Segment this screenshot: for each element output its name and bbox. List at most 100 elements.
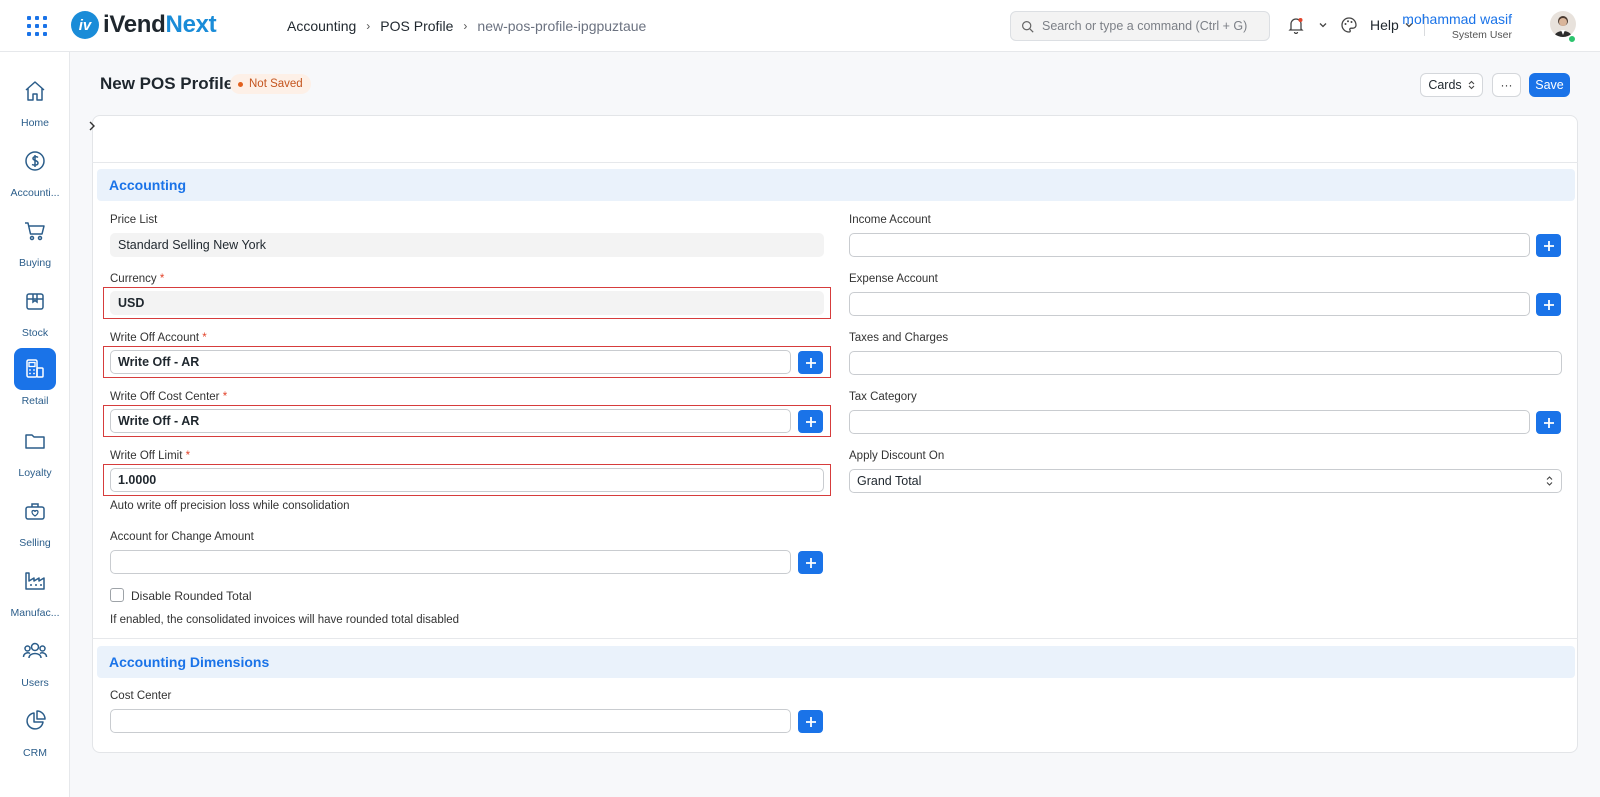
sidebar-item-label: Buying	[18, 257, 52, 269]
sidebar-item-label: Manufac...	[10, 607, 60, 619]
plus-icon	[805, 716, 816, 727]
status-dot	[238, 81, 243, 87]
sidebar-item-buying[interactable]: Buying	[0, 210, 70, 280]
sidebar-item-label: Accounti...	[10, 187, 60, 199]
search-input[interactable]	[1042, 19, 1262, 33]
tax-category-field[interactable]	[849, 410, 1530, 434]
price-list-field[interactable]: Standard Selling New York	[110, 233, 824, 257]
add-change-account-button[interactable]	[798, 551, 823, 574]
sidebar-item-stock[interactable]: Stock	[0, 280, 70, 350]
plus-icon	[805, 557, 816, 568]
income-account-label: Income Account	[849, 214, 931, 226]
plus-icon	[1543, 299, 1554, 310]
sidebar-item-label: Loyalty	[18, 467, 52, 479]
avatar[interactable]	[1550, 11, 1576, 37]
apply-discount-on-label: Apply Discount On	[849, 450, 945, 462]
view-label: Cards	[1428, 78, 1462, 92]
chevron-right-icon[interactable]	[87, 119, 97, 133]
save-button[interactable]: Save	[1529, 73, 1570, 97]
sidebar-item-loyalty[interactable]: Loyalty	[0, 420, 70, 490]
write-off-cost-center-field[interactable]: Write Off - AR	[110, 409, 791, 433]
plus-icon	[1543, 240, 1554, 251]
brand-name: iVendNext	[103, 11, 217, 38]
plus-icon	[805, 357, 816, 368]
cart-icon	[14, 210, 56, 252]
change-account-label: Account for Change Amount	[110, 531, 254, 543]
users-icon	[14, 630, 56, 672]
palette-icon[interactable]	[1340, 16, 1358, 34]
sidebar-item-label: Selling	[19, 537, 51, 549]
box-icon	[14, 280, 56, 322]
write-off-account-field[interactable]: Write Off - AR	[110, 350, 791, 374]
online-status-dot	[1568, 35, 1576, 43]
view-switcher-button[interactable]: Cards	[1420, 73, 1483, 97]
write-off-cost-center-label: Write Off Cost Center *	[110, 391, 228, 403]
cost-center-field[interactable]	[110, 709, 791, 733]
top-navbar: iv iVendNext Accounting › POS Profile › …	[0, 0, 1600, 52]
expense-account-field[interactable]	[849, 292, 1530, 316]
disable-rounded-total-checkbox[interactable]	[110, 588, 124, 602]
app-logo[interactable]: iv iVendNext	[71, 11, 217, 39]
add-expense-account-button[interactable]	[1536, 293, 1561, 316]
search-icon	[1022, 20, 1034, 33]
breadcrumb: Accounting › POS Profile › new-pos-profi…	[287, 18, 646, 34]
sidebar-item-manufacturing[interactable]: Manufac...	[0, 560, 70, 630]
add-income-account-button[interactable]	[1536, 234, 1561, 257]
status-badge: Not Saved	[230, 74, 311, 94]
sidebar-item-home[interactable]: Home	[0, 70, 70, 140]
disable-rounded-total-label: Disable Rounded Total	[131, 589, 252, 603]
plus-icon	[1543, 417, 1554, 428]
help-label: Help	[1370, 17, 1399, 33]
chevron-right-icon: ›	[463, 19, 468, 33]
sidebar-item-crm[interactable]: CRM	[0, 700, 70, 770]
change-account-field[interactable]	[110, 550, 791, 574]
apply-discount-on-value: Grand Total	[857, 474, 922, 488]
breadcrumb-current: new-pos-profile-ipgpuztaue	[477, 18, 647, 34]
breadcrumb-accounting[interactable]: Accounting	[287, 18, 356, 34]
income-account-field[interactable]	[849, 233, 1530, 257]
pos-icon	[14, 348, 56, 390]
chevron-down-icon[interactable]	[1318, 20, 1328, 30]
write-off-limit-description: Auto write off precision loss while cons…	[110, 500, 350, 512]
divider	[92, 638, 1578, 639]
price-list-label: Price List	[110, 214, 158, 226]
section-accounting-dimensions[interactable]: Accounting Dimensions	[97, 646, 1575, 678]
sidebar-item-retail[interactable]: Retail	[0, 348, 70, 418]
write-off-limit-field[interactable]: 1.0000	[110, 468, 824, 492]
factory-icon	[14, 560, 56, 602]
sidebar-item-selling[interactable]: Selling	[0, 490, 70, 560]
cost-center-label: Cost Center	[110, 690, 172, 702]
sidebar: Home Accounti... Buying Stock Retail Loy…	[0, 52, 70, 797]
user-name: mohammad wasif	[1402, 11, 1512, 27]
sidebar-item-label: Retail	[21, 395, 49, 407]
add-cost-center-button[interactable]	[798, 710, 823, 733]
sidebar-item-accounting[interactable]: Accounti...	[0, 140, 70, 210]
sidebar-item-label: Home	[20, 117, 49, 129]
user-role: System User	[1451, 29, 1512, 41]
sidebar-item-users[interactable]: Users	[0, 630, 70, 700]
more-actions-button[interactable]: ···	[1492, 73, 1521, 97]
section-accounting[interactable]: Accounting	[97, 169, 1575, 201]
bell-icon[interactable]	[1288, 16, 1304, 34]
add-tax-category-button[interactable]	[1536, 411, 1561, 434]
taxes-and-charges-field[interactable]	[849, 351, 1562, 375]
section-title: Accounting	[109, 177, 186, 193]
add-write-off-cost-center-button[interactable]	[798, 410, 823, 433]
apps-grid-icon[interactable]	[27, 16, 47, 36]
sort-arrows-icon	[1468, 80, 1475, 90]
taxes-and-charges-label: Taxes and Charges	[849, 332, 949, 344]
tax-category-label: Tax Category	[849, 391, 917, 403]
expense-account-label: Expense Account	[849, 273, 938, 285]
bag-icon	[14, 490, 56, 532]
disable-rounded-total-description: If enabled, the consolidated invoices wi…	[110, 614, 460, 626]
search-bar[interactable]	[1010, 11, 1270, 41]
sidebar-item-label: CRM	[23, 747, 47, 759]
breadcrumb-pos-profile[interactable]: POS Profile	[380, 18, 453, 34]
add-write-off-account-button[interactable]	[798, 351, 823, 374]
currency-field[interactable]: USD	[110, 291, 824, 315]
user-info[interactable]: mohammad wasif System User	[1402, 11, 1512, 41]
apply-discount-on-select[interactable]: Grand Total	[849, 469, 1562, 493]
sidebar-item-label: Stock	[21, 327, 49, 339]
status-text: Not Saved	[249, 78, 303, 90]
dollar-icon	[14, 140, 56, 182]
